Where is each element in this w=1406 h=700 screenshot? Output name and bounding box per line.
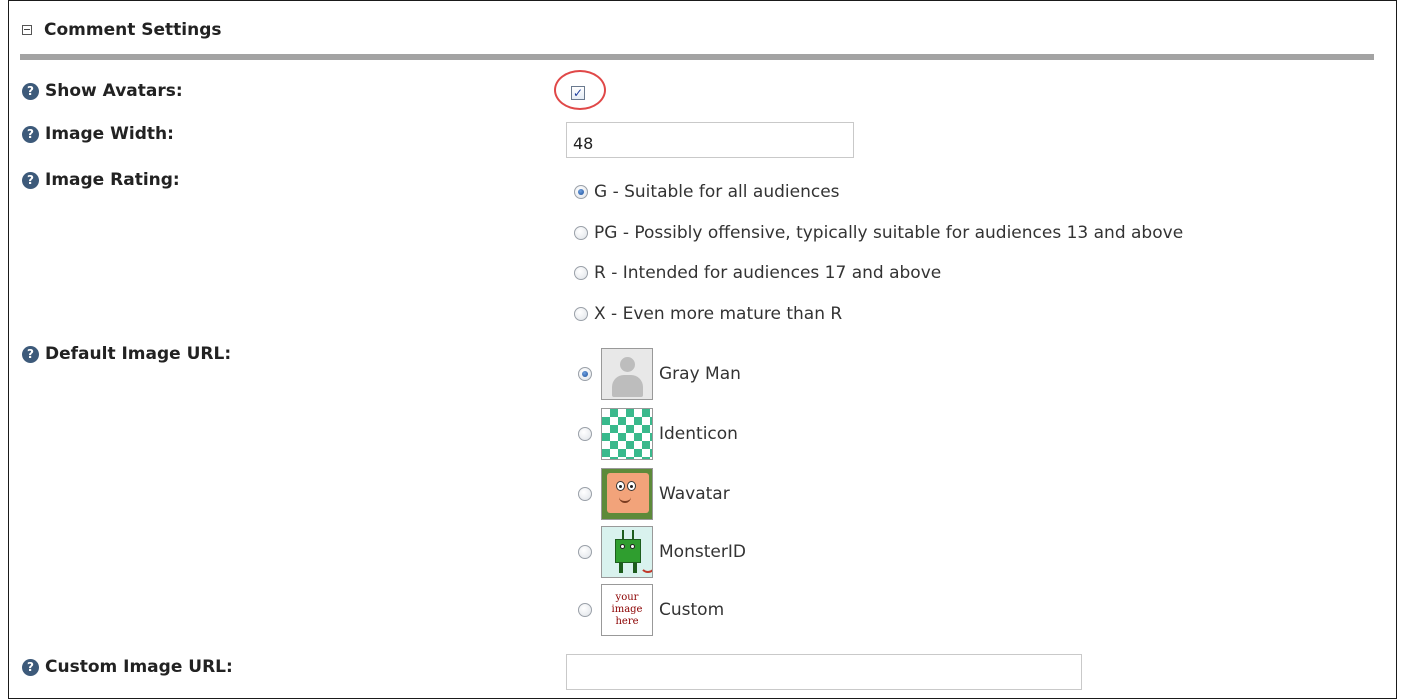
identicon-avatar-icon [601, 408, 653, 460]
show-avatars-label-row: ? Show Avatars: [22, 81, 183, 101]
radio-button[interactable] [578, 545, 592, 559]
radio-button[interactable] [574, 307, 588, 321]
rating-option-label: PG - Possibly offensive, typically suita… [594, 223, 1184, 243]
avatar-option-label: Custom [659, 600, 725, 620]
image-width-label-row: ? Image Width: [22, 124, 174, 144]
help-icon[interactable]: ? [22, 171, 39, 189]
gray-man-avatar-icon [601, 348, 653, 400]
custom-image-url-label-row: ? Custom Image URL: [22, 657, 233, 677]
rating-option-label: X - Even more mature than R [594, 304, 843, 324]
image-rating-label: Image Rating: [45, 170, 180, 190]
avatar-option-identicon[interactable]: Identicon [578, 408, 738, 460]
radio-button[interactable] [578, 367, 592, 381]
avatar-option-wavatar[interactable]: Wavatar [578, 468, 730, 520]
rating-option-pg[interactable]: PG - Possibly offensive, typically suita… [574, 223, 1183, 243]
collapse-icon[interactable] [22, 25, 32, 35]
avatar-option-gray-man[interactable]: Gray Man [578, 348, 741, 400]
rating-option-label: R - Intended for audiences 17 and above [594, 263, 942, 283]
radio-button[interactable] [574, 266, 588, 280]
radio-button[interactable] [578, 427, 592, 441]
image-rating-label-row: ? Image Rating: [22, 170, 180, 190]
avatar-option-label: Identicon [659, 424, 738, 444]
help-icon[interactable]: ? [22, 345, 39, 363]
radio-button[interactable] [574, 226, 588, 240]
avatar-option-label: Gray Man [659, 364, 741, 384]
help-icon[interactable]: ? [22, 82, 39, 100]
default-image-url-label: Default Image URL: [45, 344, 232, 364]
wavatar-avatar-icon [601, 468, 653, 520]
radio-button[interactable] [574, 185, 588, 199]
show-avatars-label: Show Avatars: [45, 81, 183, 101]
image-width-input[interactable]: 48 [566, 122, 854, 158]
section-title: Comment Settings [44, 20, 222, 40]
default-image-url-label-row: ? Default Image URL: [22, 344, 231, 364]
rating-option-label: G - Suitable for all audiences [594, 182, 840, 202]
radio-button[interactable] [578, 487, 592, 501]
section-divider [20, 54, 1374, 60]
rating-option-g[interactable]: G - Suitable for all audiences [574, 182, 840, 202]
avatar-option-label: Wavatar [659, 484, 730, 504]
custom-avatar-icon: your image here [601, 584, 653, 636]
rating-option-x[interactable]: X - Even more mature than R [574, 304, 842, 324]
help-icon[interactable]: ? [22, 658, 39, 676]
section-header[interactable]: Comment Settings [22, 18, 222, 42]
show-avatars-checkbox[interactable]: ✓ [571, 86, 585, 100]
help-icon[interactable]: ? [22, 125, 39, 143]
radio-button[interactable] [578, 603, 592, 617]
custom-image-url-label: Custom Image URL: [45, 657, 233, 677]
avatar-option-label: MonsterID [659, 542, 746, 562]
avatar-option-monsterid[interactable]: MonsterID [578, 526, 746, 578]
custom-image-url-input[interactable] [566, 654, 1082, 690]
image-width-label: Image Width: [45, 124, 174, 144]
avatar-option-custom[interactable]: your image here Custom [578, 584, 724, 636]
monsterid-avatar-icon [601, 526, 653, 578]
rating-option-r[interactable]: R - Intended for audiences 17 and above [574, 263, 941, 283]
